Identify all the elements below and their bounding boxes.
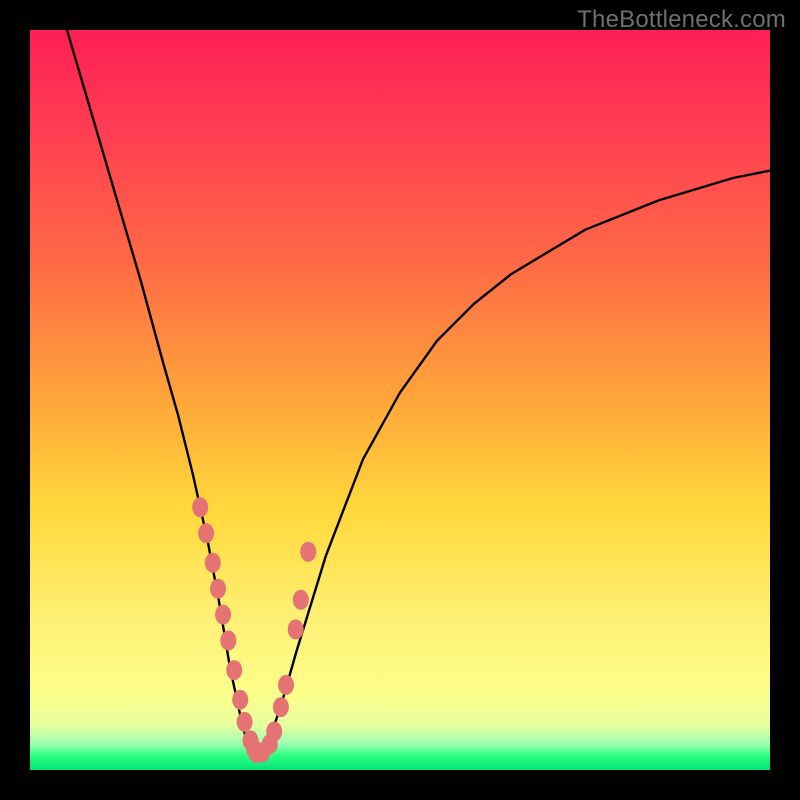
sample-dot [273, 697, 289, 717]
bottleneck-curve [67, 30, 770, 755]
sample-dot [220, 631, 236, 651]
sample-dot [278, 675, 294, 695]
sample-dots-group [192, 497, 316, 763]
sample-dot [205, 553, 221, 573]
sample-dot [232, 690, 248, 710]
sample-dot [210, 579, 226, 599]
chart-svg [30, 30, 770, 770]
sample-dot [237, 712, 253, 732]
sample-dot [192, 497, 208, 517]
sample-dot [215, 605, 231, 625]
chart-frame: TheBottleneck.com [0, 0, 800, 800]
sample-dot [288, 619, 304, 639]
chart-plot-area [30, 30, 770, 770]
sample-dot [300, 542, 316, 562]
sample-dot [198, 523, 214, 543]
sample-dot [266, 722, 282, 742]
sample-dot [293, 590, 309, 610]
sample-dot [226, 660, 242, 680]
